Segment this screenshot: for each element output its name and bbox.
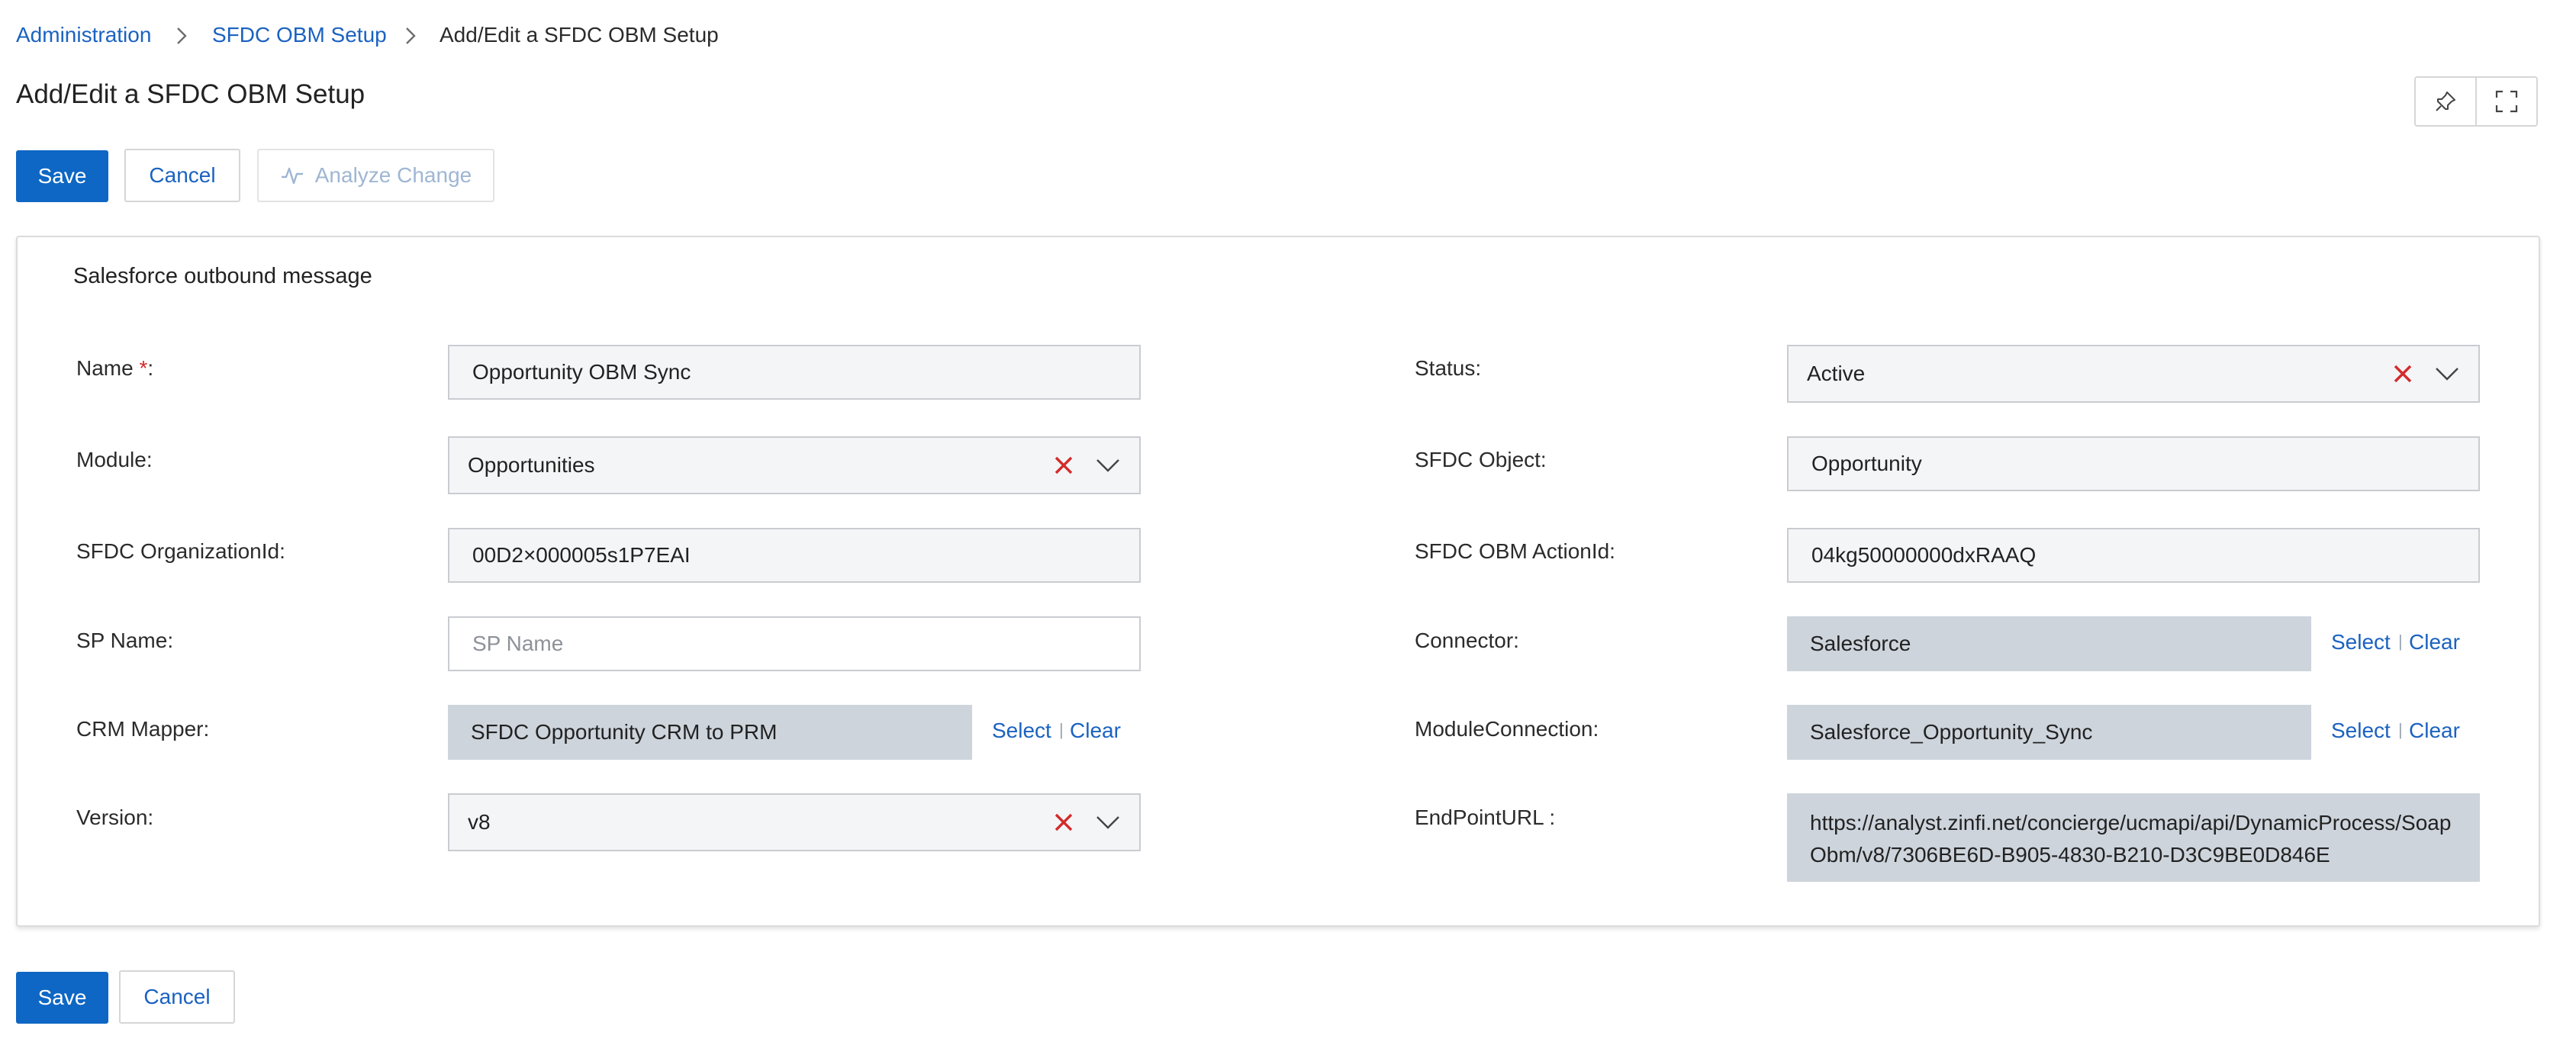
status-value: Active — [1807, 362, 1866, 385]
endpoint-url-field: https://analyst.zinfi.net/concierge/ucma… — [1787, 793, 2480, 882]
status-select[interactable]: Active — [1787, 345, 2480, 403]
chevron-right-icon — [177, 27, 187, 44]
fullscreen-button[interactable] — [2475, 76, 2538, 127]
clear-icon[interactable] — [1052, 811, 1075, 834]
module-value: Opportunities — [468, 453, 595, 477]
breadcrumb-administration[interactable]: Administration — [16, 23, 151, 47]
pin-icon — [2436, 92, 2455, 111]
analyze-change-button[interactable]: Analyze Change — [257, 149, 494, 202]
version-label: Version: — [76, 806, 154, 829]
link-separator: | — [1059, 720, 1064, 739]
chevron-down-icon[interactable] — [2434, 365, 2460, 382]
name-field[interactable]: Opportunity OBM Sync — [448, 345, 1141, 400]
sp-name-input[interactable]: SP Name — [448, 616, 1141, 671]
module-connection-label: ModuleConnection: — [1415, 717, 1599, 741]
module-select[interactable]: Opportunities — [448, 436, 1141, 494]
chevron-right-icon — [406, 27, 416, 44]
endpoint-url-label: EndPointURL : — [1415, 806, 1556, 829]
connector-clear-link[interactable]: Clear — [2409, 630, 2460, 654]
connector-select-link[interactable]: Select — [2331, 630, 2391, 654]
link-separator: | — [2398, 632, 2403, 651]
crm-mapper-label: CRM Mapper: — [76, 717, 210, 741]
sp-name-label: SP Name: — [76, 629, 174, 652]
version-value: v8 — [468, 810, 491, 834]
required-marker: * — [139, 356, 148, 380]
status-label: Status: — [1415, 356, 1482, 380]
module-connection-select-link[interactable]: Select — [2331, 719, 2391, 743]
action-id-label: SFDC OBM ActionId: — [1415, 539, 1615, 563]
name-label: Name *: — [76, 356, 154, 380]
connector-label: Connector: — [1415, 629, 1519, 652]
footer-save-button[interactable]: Save — [16, 972, 108, 1024]
clear-icon[interactable] — [2391, 362, 2414, 385]
link-separator: | — [2398, 720, 2403, 739]
cancel-button[interactable]: Cancel — [124, 149, 240, 202]
save-button[interactable]: Save — [16, 150, 108, 202]
version-select[interactable]: v8 — [448, 793, 1141, 851]
clear-icon[interactable] — [1052, 454, 1075, 477]
module-connection-clear-link[interactable]: Clear — [2409, 719, 2460, 743]
action-id-field[interactable]: 04kg50000000dxRAAQ — [1787, 528, 2480, 583]
crm-mapper-field: SFDC Opportunity CRM to PRM — [448, 705, 972, 760]
footer-cancel-button[interactable]: Cancel — [119, 970, 235, 1024]
chevron-down-icon[interactable] — [1095, 457, 1121, 474]
page-title: Add/Edit a SFDC OBM Setup — [16, 79, 365, 109]
sfdc-object-label: SFDC Object: — [1415, 448, 1547, 471]
module-label: Module: — [76, 448, 153, 471]
sfdc-object-field[interactable]: Opportunity — [1787, 436, 2480, 491]
org-id-field[interactable]: 00D2×000005s1P7EAI — [448, 528, 1141, 583]
crm-mapper-clear-link[interactable]: Clear — [1070, 719, 1121, 743]
pin-button[interactable] — [2414, 76, 2477, 127]
breadcrumb-current: Add/Edit a SFDC OBM Setup — [440, 23, 719, 47]
breadcrumb-sfdc-obm-setup[interactable]: SFDC OBM Setup — [212, 23, 387, 47]
module-connection-field: Salesforce_Opportunity_Sync — [1787, 705, 2311, 760]
crm-mapper-select-link[interactable]: Select — [992, 719, 1051, 743]
section-title: Salesforce outbound message — [73, 264, 372, 288]
org-id-label: SFDC OrganizationId: — [76, 539, 285, 563]
fullscreen-icon — [2495, 90, 2518, 113]
analyze-change-label: Analyze Change — [314, 163, 472, 187]
activity-icon — [281, 167, 303, 185]
connector-field: Salesforce — [1787, 616, 2311, 671]
chevron-down-icon[interactable] — [1095, 814, 1121, 831]
